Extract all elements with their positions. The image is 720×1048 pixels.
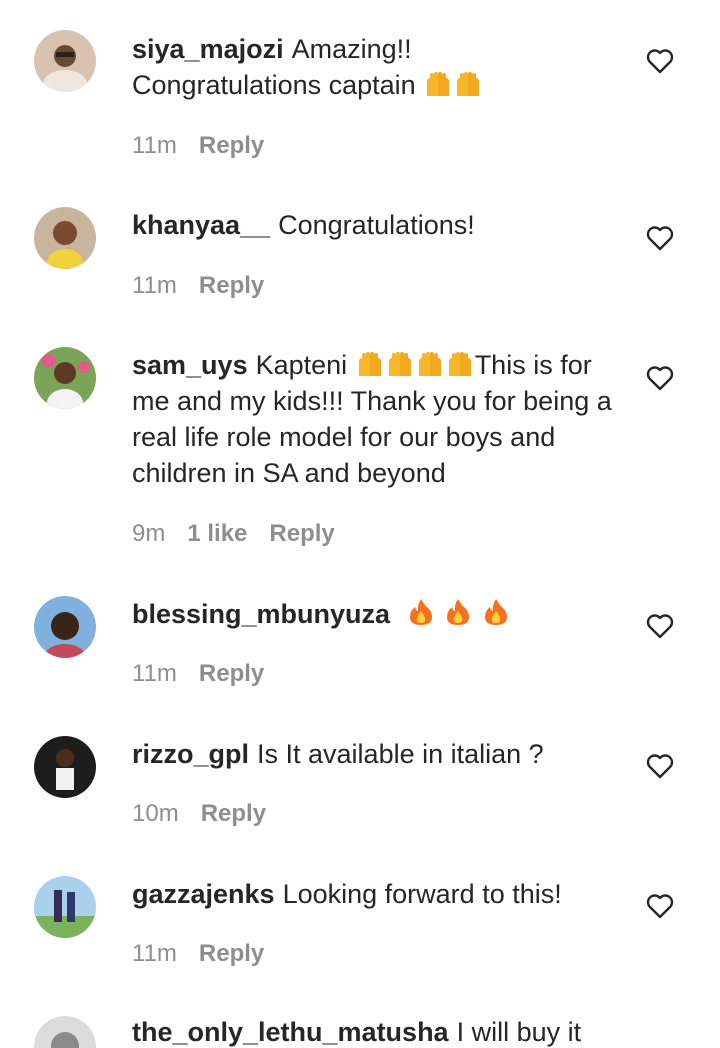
raised-hands-emoji: [415, 350, 445, 378]
heart-outline-icon[interactable]: [646, 48, 674, 74]
comment-text: blessing_mbunyuza: [132, 596, 622, 632]
comment-meta: 9m 1 like Reply: [132, 520, 357, 548]
avatar[interactable]: [34, 596, 96, 658]
comment-username[interactable]: rizzo_gpl: [132, 739, 249, 769]
comment-text-line: Amazing!!: [291, 34, 412, 64]
comment-time: 10m: [132, 800, 179, 827]
avatar[interactable]: [34, 1016, 96, 1048]
raised-hands-emoji: [385, 350, 415, 378]
comment-text-line: Congratulations!: [278, 210, 475, 240]
heart-outline-icon[interactable]: [646, 753, 674, 779]
comment-text: sam_uys Kapteni This is for me and my kid…: [132, 347, 622, 491]
comment-time: 11m: [132, 660, 177, 687]
comment-username[interactable]: the_only_lethu_matusha: [132, 1017, 449, 1047]
avatar[interactable]: [34, 207, 96, 269]
comment-text-line: Looking forward to this!: [282, 879, 562, 909]
avatar[interactable]: [34, 876, 96, 938]
comment-meta: 11m Reply: [132, 132, 286, 160]
reply-button[interactable]: Reply: [199, 940, 264, 967]
fire-emoji: [406, 597, 436, 627]
heart-outline-icon[interactable]: [646, 613, 674, 639]
likes-count[interactable]: 1 like: [187, 520, 247, 547]
comment-meta: 10m Reply: [132, 800, 288, 828]
avatar[interactable]: [34, 30, 96, 92]
comment-time: 11m: [132, 940, 177, 967]
comment-text: khanyaa__ Congratulations!: [132, 207, 622, 243]
comment-username[interactable]: sam_uys: [132, 350, 248, 380]
raised-hands-emoji: [445, 350, 475, 378]
comment-meta: 11m Reply: [132, 940, 286, 968]
comment-text-line: I will buy it: [456, 1017, 582, 1047]
comment-username[interactable]: khanyaa__: [132, 210, 270, 240]
comment-text: gazzajenks Looking forward to this!: [132, 876, 622, 912]
comment-time: 9m: [132, 520, 166, 547]
reply-button[interactable]: Reply: [201, 800, 266, 827]
reply-button[interactable]: Reply: [199, 132, 264, 159]
comment-text-line: Kapteni: [255, 350, 348, 380]
comment-text: the_only_lethu_matusha I will buy it: [132, 1014, 622, 1048]
comments-list: siya_majozi Amazing!! Congratulations cap…: [0, 0, 720, 1048]
comment-text-line: Congratulations captain: [132, 70, 416, 100]
avatar[interactable]: [34, 347, 96, 409]
avatar[interactable]: [34, 736, 96, 798]
raised-hands-emoji: [453, 70, 483, 98]
heart-outline-icon[interactable]: [646, 365, 674, 391]
comment-time: 11m: [132, 132, 177, 159]
comment-text: siya_majozi Amazing!! Congratulations cap…: [132, 31, 622, 103]
comment-username[interactable]: gazzajenks: [132, 879, 275, 909]
comment-meta: 11m Reply: [132, 660, 286, 688]
comment-text-line: Is It available in italian ?: [257, 739, 544, 769]
fire-emoji: [481, 597, 511, 627]
heart-outline-icon[interactable]: [646, 893, 674, 919]
raised-hands-emoji: [355, 350, 385, 378]
comment-meta: 11m Reply: [132, 272, 286, 300]
comment-username[interactable]: blessing_mbunyuza: [132, 599, 390, 629]
comment-item: the_only_lethu_matusha I will buy it: [0, 1008, 720, 1048]
fire-emoji: [443, 597, 473, 627]
heart-outline-icon[interactable]: [646, 225, 674, 251]
reply-button[interactable]: Reply: [199, 660, 264, 687]
comment-text: rizzo_gpl Is It available in italian ?: [132, 736, 622, 772]
reply-button[interactable]: Reply: [269, 520, 334, 547]
comment-username[interactable]: siya_majozi: [132, 34, 284, 64]
reply-button[interactable]: Reply: [199, 272, 264, 299]
comment-time: 11m: [132, 272, 177, 299]
raised-hands-emoji: [423, 70, 453, 98]
